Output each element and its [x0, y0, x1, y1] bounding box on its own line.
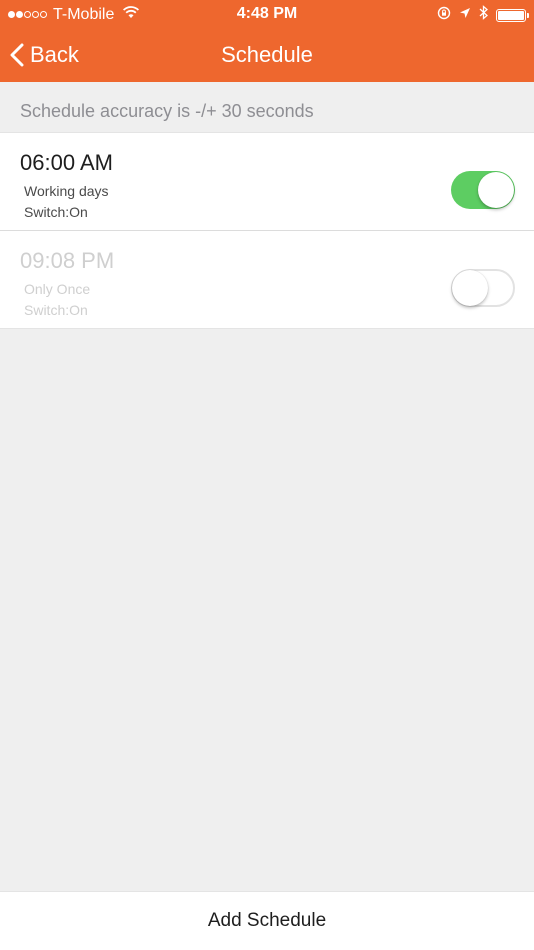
page-title: Schedule [221, 42, 313, 67]
schedule-row[interactable]: 06:00 AM Working days Switch:On [0, 133, 534, 230]
schedule-repeat: Working days [24, 183, 109, 199]
schedule-enable-toggle[interactable] [451, 269, 515, 307]
accuracy-note: Schedule accuracy is -/+ 30 seconds [20, 101, 314, 121]
status-right [429, 5, 529, 25]
schedule-time: 09:08 PM [20, 248, 115, 273]
nav-bar: T-Mobile 4:48 PM Back Schedule [0, 0, 534, 82]
toggle-knob [478, 172, 514, 208]
orientation-lock-icon [437, 6, 451, 25]
schedule-action: Switch:On [24, 302, 88, 318]
battery-icon [496, 8, 529, 22]
schedule-row[interactable]: 09:08 PM Only Once Switch:On [0, 230, 534, 328]
schedule-action: Switch:On [24, 204, 88, 220]
add-schedule-button[interactable]: Add Schedule [0, 891, 534, 950]
schedule-list: 06:00 AM Working days Switch:On 09:08 PM… [0, 132, 534, 329]
status-bar: T-Mobile 4:48 PM [0, 0, 534, 28]
schedule-repeat: Only Once [24, 281, 91, 297]
bluetooth-icon [479, 5, 488, 25]
toggle-knob [452, 270, 488, 306]
schedule-enable-toggle[interactable] [451, 171, 515, 209]
schedule-time: 06:00 AM [20, 150, 113, 175]
location-arrow-icon [459, 6, 471, 24]
